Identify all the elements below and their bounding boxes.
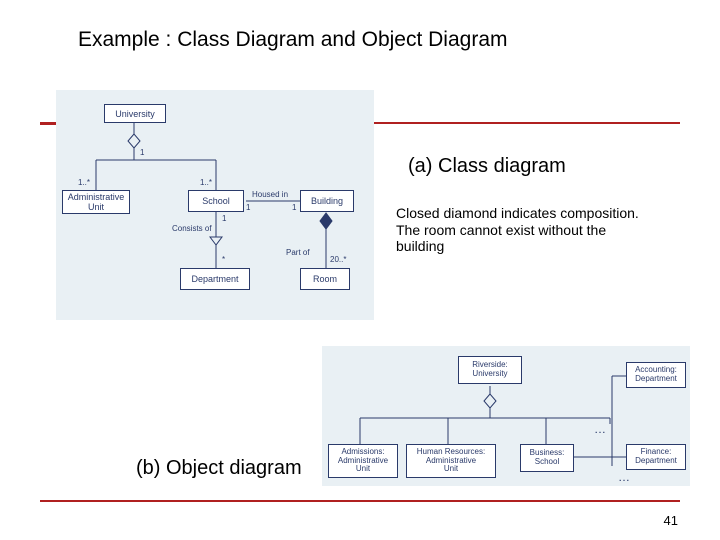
mult-admin-top: 1..* (78, 178, 90, 187)
composition-note: Closed diamond indicates composition. Th… (396, 205, 656, 255)
class-diagram-panel: University Administrative Unit School Bu… (56, 90, 374, 320)
ellipsis-1: … (594, 422, 606, 436)
class-room: Room (300, 268, 350, 290)
assoc-part-of: Part of (286, 248, 310, 257)
footer-rule (40, 500, 680, 502)
class-admin-unit: Administrative Unit (62, 190, 130, 214)
page-number: 41 (664, 513, 678, 528)
class-university: University (104, 104, 166, 123)
mult-school-top: 1..* (200, 178, 212, 187)
obj-business: Business: School (520, 444, 574, 472)
obj-hr: Human Resources: Administrative Unit (406, 444, 496, 478)
obj-riverside: Riverside: University (458, 356, 522, 384)
assoc-consists-of: Consists of (172, 224, 212, 233)
class-department: Department (180, 268, 250, 290)
mult-school-right: 1 (246, 203, 250, 212)
class-school: School (188, 190, 244, 212)
ellipsis-2: … (618, 470, 630, 484)
slide-title: Example : Class Diagram and Object Diagr… (78, 28, 508, 52)
obj-accounting: Accounting: Department (626, 362, 686, 388)
caption-b: (b) Object diagram (136, 457, 302, 480)
obj-admissions: Admissions: Administrative Unit (328, 444, 398, 478)
mult-dept-top: * (222, 255, 225, 264)
assoc-housed-in: Housed in (252, 190, 288, 199)
mult-building-left: 1 (292, 203, 296, 212)
caption-a: (a) Class diagram (408, 155, 566, 178)
obj-finance: Finance: Department (626, 444, 686, 470)
class-building: Building (300, 190, 354, 212)
object-diagram-panel: Riverside: University Admissions: Admini… (322, 346, 690, 486)
mult-school-bottom: 1 (222, 214, 226, 223)
mult-uni-bottom: 1 (140, 148, 144, 157)
mult-room-top: 20..* (330, 255, 346, 264)
